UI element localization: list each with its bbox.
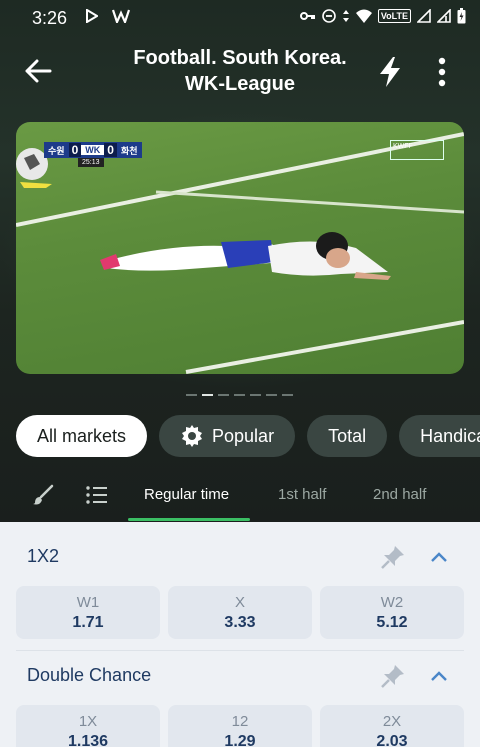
odd-value: 1.29 [224,733,256,747]
carousel-dot[interactable] [202,394,213,396]
more-menu-button[interactable] [424,52,460,92]
carousel-indicator [186,394,293,396]
status-left-icons [86,9,130,23]
market-title: Double Chance [27,665,152,685]
odd-button-2x[interactable]: 2X 2.03 [320,705,464,747]
odd-button-w2[interactable]: W2 5.12 [320,586,464,639]
status-bar: 3:26 VoLTE [0,0,480,36]
odd-value: 3.33 [224,614,256,631]
odd-button-w1[interactable]: W1 1.71 [16,586,160,639]
chip-popular[interactable]: Popular [159,415,296,457]
pin-icon[interactable] [380,544,406,570]
odd-label: W1 [76,594,100,611]
chip-all-markets[interactable]: All markets [16,415,148,457]
chevron-up-icon[interactable] [428,665,450,687]
market-title: 1X2 [27,546,60,566]
carousel-dot[interactable] [186,394,197,396]
divider [16,650,464,651]
away-score: 0 [104,143,117,157]
page-title-line1: Football. South Korea. [133,47,347,69]
chip-label: Popular [212,425,275,446]
status-right-icons: VoLTE [299,8,466,24]
more-vertical-icon [438,57,446,87]
live-video-player[interactable]: 수원 0 WK 0 화천 25:13 KWFF [16,122,464,374]
odd-label: 12 [231,713,249,730]
chip-total[interactable]: Total [307,415,388,457]
back-button[interactable] [18,54,58,88]
header-area: 3:26 VoLTE Football. South Korea. WK-Lea… [0,0,480,522]
brush-button[interactable] [28,482,58,508]
carousel-dot[interactable] [266,394,277,396]
carousel-dot[interactable] [250,394,261,396]
data-arrows-icon [342,10,349,22]
home-score: 0 [68,143,82,157]
odd-value: 1.136 [67,733,109,747]
tab-regular-time[interactable]: Regular time [144,486,229,503]
odd-value: 2.03 [376,733,408,747]
list-view-button[interactable] [82,482,112,508]
arrow-left-icon [25,59,52,83]
odd-button-1x[interactable]: 1X 1.136 [16,705,160,747]
odd-label: 2X [382,713,402,730]
odd-button-x[interactable]: X 3.33 [168,586,312,639]
odd-label: 1X [78,713,98,730]
volte-badge: VoLTE [377,9,411,23]
carousel-dot[interactable] [282,394,293,396]
wk-logo-icon: WK [81,145,105,155]
period-tabs: Regular time 1st half 2nd half [0,470,480,522]
wifi-icon [355,9,372,23]
active-tab-indicator [128,518,250,521]
battery-icon [457,8,466,24]
signal-icon [417,9,431,23]
w-app-icon [112,9,130,23]
broadcaster-logo: KWFF [390,140,444,160]
odd-value: 1.71 [72,614,104,631]
chip-label: Handica [420,425,480,446]
app-bar: Football. South Korea. WK-League [0,36,480,106]
key-icon [299,12,315,20]
list-icon [86,486,107,504]
page-title: Football. South Korea. WK-League [100,45,380,97]
odd-button-12[interactable]: 12 1.29 [168,705,312,747]
tab-first-half[interactable]: 1st half [278,486,326,503]
lightning-icon [380,57,400,87]
quick-bet-button[interactable] [370,52,410,92]
market-filter-chips: All markets Popular Total Handica [16,415,480,457]
carousel-dot[interactable] [234,394,245,396]
dnd-icon [322,9,336,23]
odd-value: 5.12 [376,614,408,631]
chip-label: All markets [37,425,127,446]
home-team-code: 수원 [48,145,65,156]
chevron-up-icon[interactable] [428,546,450,568]
chip-handicap[interactable]: Handica [399,415,480,457]
odd-label: X [234,594,245,611]
tab-second-half[interactable]: 2nd half [373,486,426,503]
carousel-dot[interactable] [218,394,229,396]
play-store-icon [86,9,98,23]
page-title-line2: WK-League [185,73,295,95]
pin-icon[interactable] [380,663,406,689]
gear-icon [182,425,203,447]
signal-icon [437,9,451,23]
status-time: 3:26 [32,8,68,28]
chip-label: Total [328,425,367,446]
odd-label: W2 [380,594,404,611]
match-clock: 25:13 [78,158,104,167]
markets-list: 1X2 W1 1.71 X 3.33 W2 5.12 Double Chance… [0,522,480,747]
away-team-code: 화천 [120,145,138,156]
brush-icon [33,484,54,505]
score-bug: 수원 0 WK 0 화천 [44,142,142,158]
